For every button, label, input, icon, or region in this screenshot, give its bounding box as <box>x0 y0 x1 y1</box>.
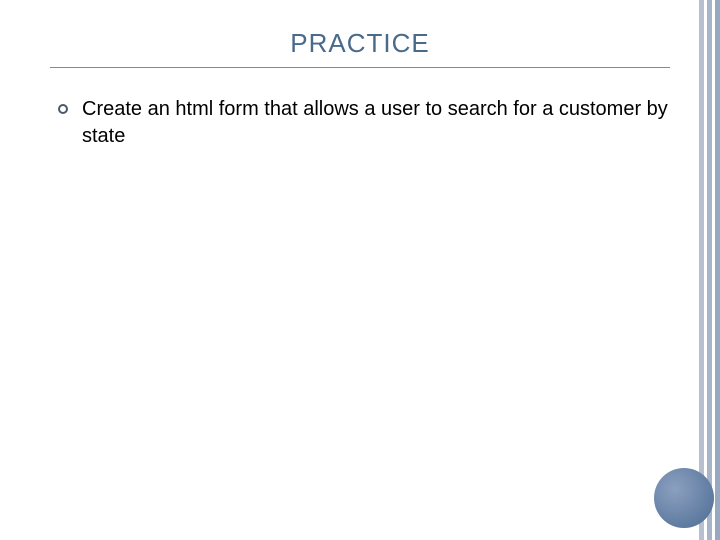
stripe <box>699 0 704 540</box>
circle-decoration <box>654 468 714 528</box>
stripe <box>715 0 720 540</box>
title-divider <box>50 67 670 68</box>
bullet-text: Create an html form that allows a user t… <box>82 96 680 150</box>
bullet-item: Create an html form that allows a user t… <box>58 96 680 150</box>
stripe <box>707 0 712 540</box>
right-border-decoration <box>699 0 720 540</box>
slide-container: PRACTICE Create an html form that allows… <box>0 0 720 540</box>
slide-title: PRACTICE <box>40 28 680 59</box>
bullet-icon <box>58 104 68 114</box>
slide-content: Create an html form that allows a user t… <box>40 96 680 150</box>
